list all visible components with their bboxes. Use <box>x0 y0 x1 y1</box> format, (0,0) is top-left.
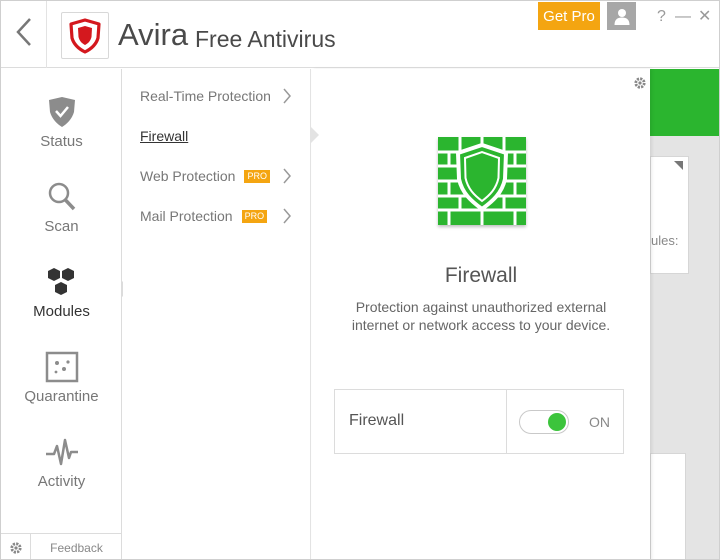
toggle-knob <box>548 413 566 431</box>
module-title: Firewall <box>444 264 518 287</box>
chevron-right-icon <box>283 88 291 107</box>
nav-item-scan[interactable]: Scan <box>1 154 122 239</box>
module-label: Mail Protection <box>140 208 233 224</box>
background-card <box>650 156 689 274</box>
magnifier-icon <box>45 180 79 214</box>
shield-check-icon <box>45 95 79 129</box>
firewall-detail-panel: Firewall Protection against unauthorized… <box>312 69 650 559</box>
background-card-text: ules: <box>651 233 679 248</box>
module-settings-button[interactable] <box>630 73 650 93</box>
module-item-mail-protection[interactable]: Mail Protection PRO <box>140 206 305 226</box>
nav-footer: Feedback <box>1 533 122 559</box>
close-button[interactable]: ✕ <box>698 7 711 27</box>
nav-label: Activity <box>37 473 86 490</box>
module-label: Firewall <box>140 128 189 144</box>
quarantine-box-icon <box>45 350 79 384</box>
pro-badge: PRO <box>241 209 268 223</box>
pro-badge: PRO <box>244 169 270 183</box>
nav-item-activity[interactable]: Activity <box>1 409 122 494</box>
card-corner-marker <box>674 161 683 170</box>
nav-label: Scan <box>44 218 79 235</box>
hexagons-icon <box>45 265 79 299</box>
module-item-web-protection[interactable]: Web Protection PRO <box>140 166 305 186</box>
minimize-button[interactable]: — <box>675 7 691 27</box>
status-banner <box>650 69 719 136</box>
gear-icon <box>634 77 646 89</box>
avira-logo <box>61 12 109 59</box>
nav-label: Status <box>40 133 83 150</box>
get-pro-button[interactable]: Get Pro <box>538 2 600 30</box>
firewall-toggle-row: Firewall ON <box>334 389 624 454</box>
module-label: Real-Time Protection <box>140 88 271 104</box>
divider <box>506 390 507 453</box>
firewall-icon <box>438 137 526 225</box>
pulse-icon <box>45 435 79 469</box>
feedback-link[interactable]: Feedback <box>31 534 122 559</box>
nav-item-status[interactable]: Status <box>1 69 122 154</box>
background-card <box>650 453 686 559</box>
title-bar: Avira Free Antivirus Get Pro ? — ✕ <box>1 1 719 68</box>
list-selection-pointer <box>311 127 319 143</box>
gear-icon <box>9 541 22 554</box>
toggle-label: Firewall <box>349 412 405 429</box>
module-label: Web Protection <box>140 168 236 184</box>
app-title: Avira <box>118 17 189 52</box>
module-item-real-time-protection[interactable]: Real-Time Protection <box>140 86 305 106</box>
app-subtitle: Free Antivirus <box>195 26 336 52</box>
settings-button[interactable] <box>1 534 31 559</box>
avira-shield-icon <box>69 17 101 54</box>
chevron-left-icon <box>15 17 32 52</box>
nav-label: Quarantine <box>24 388 99 405</box>
chevron-right-icon <box>283 208 291 227</box>
main-navigation: Status Scan Modules Quarantine Activity … <box>1 69 122 559</box>
nav-item-quarantine[interactable]: Quarantine <box>1 324 122 409</box>
module-description: Protection against unauthorized external… <box>351 299 611 333</box>
modules-list: Real-Time Protection Firewall Web Protec… <box>123 69 311 559</box>
back-button[interactable] <box>1 1 47 68</box>
help-button[interactable]: ? <box>657 7 666 27</box>
app-window: Avira Free Antivirus Get Pro ? — ✕ Statu… <box>0 0 720 560</box>
nav-label: Modules <box>33 303 90 320</box>
user-icon <box>614 9 629 25</box>
nav-item-modules[interactable]: Modules <box>1 239 122 324</box>
chevron-right-icon <box>283 168 291 187</box>
module-item-firewall[interactable]: Firewall <box>140 126 305 146</box>
toggle-state-label: ON <box>589 414 610 430</box>
user-account-button[interactable] <box>607 2 636 30</box>
firewall-toggle-switch[interactable] <box>519 410 569 434</box>
